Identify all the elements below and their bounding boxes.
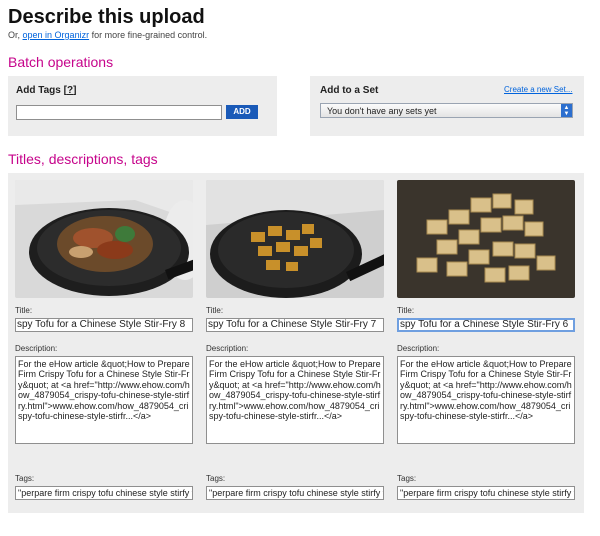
title-input[interactable]: spy Tofu for a Chinese Style Stir-Fry 8 [15, 318, 193, 332]
description-label: Description: [397, 344, 440, 353]
set-select-value: You don't have any sets yet [327, 106, 437, 116]
description-label: Description: [206, 344, 249, 353]
page-title: Describe this upload [8, 6, 205, 28]
add-to-set-label: Add to a Set [320, 85, 379, 96]
tags-input[interactable]: "perpare firm crispy tofu chinese style … [397, 486, 575, 500]
add-tags-button[interactable]: ADD [226, 105, 258, 119]
titles-descriptions-tags-heading: Titles, descriptions, tags [8, 151, 158, 167]
select-arrows-icon: ▲ ▼ [561, 104, 572, 117]
batch-operations-heading: Batch operations [8, 54, 114, 70]
page-subtitle: Or, open in Organizr for more fine-grain… [8, 30, 207, 40]
title-input[interactable]: spy Tofu for a Chinese Style Stir-Fry 7 [206, 318, 384, 332]
add-tags-label: Add Tags [?] [16, 85, 76, 96]
open-in-organizr-link[interactable]: open in Organizr [23, 30, 90, 40]
subtitle-suffix: for more fine-grained control. [91, 30, 208, 40]
description-textarea[interactable]: For the eHow article &quot;How to Prepar… [397, 356, 575, 444]
tags-label: Tags: [206, 474, 226, 483]
photo-thumbnail-wok-stirfry [15, 180, 193, 298]
tags-input[interactable]: "perpare firm crispy tofu chinese style … [15, 486, 193, 500]
subtitle-prefix: Or, [8, 30, 21, 40]
description-label: Description: [15, 344, 58, 353]
create-new-set-link[interactable]: Create a new Set... [504, 85, 572, 94]
title-label: Title: [15, 306, 33, 315]
description-textarea[interactable]: For the eHow article &quot;How to Prepar… [206, 356, 384, 444]
description-textarea[interactable]: For the eHow article &quot;How to Prepar… [15, 356, 193, 444]
help-bracket-close: ] [73, 85, 77, 96]
tags-label: Tags: [15, 474, 35, 483]
title-input[interactable]: spy Tofu for a Chinese Style Stir-Fry 6 [397, 318, 575, 332]
set-select[interactable]: You don't have any sets yet ▲ ▼ [320, 103, 573, 118]
photo-thumbnail-wok-tofu [206, 180, 384, 298]
tags-input[interactable]: "perpare firm crispy tofu chinese style … [206, 486, 384, 500]
tags-label: Tags: [397, 474, 417, 483]
add-tags-input[interactable] [16, 105, 222, 120]
add-tags-label-text: Add Tags [16, 85, 61, 96]
photo-thumbnail-tofu-closeup [397, 180, 575, 298]
title-label: Title: [206, 306, 224, 315]
title-label: Title: [397, 306, 415, 315]
